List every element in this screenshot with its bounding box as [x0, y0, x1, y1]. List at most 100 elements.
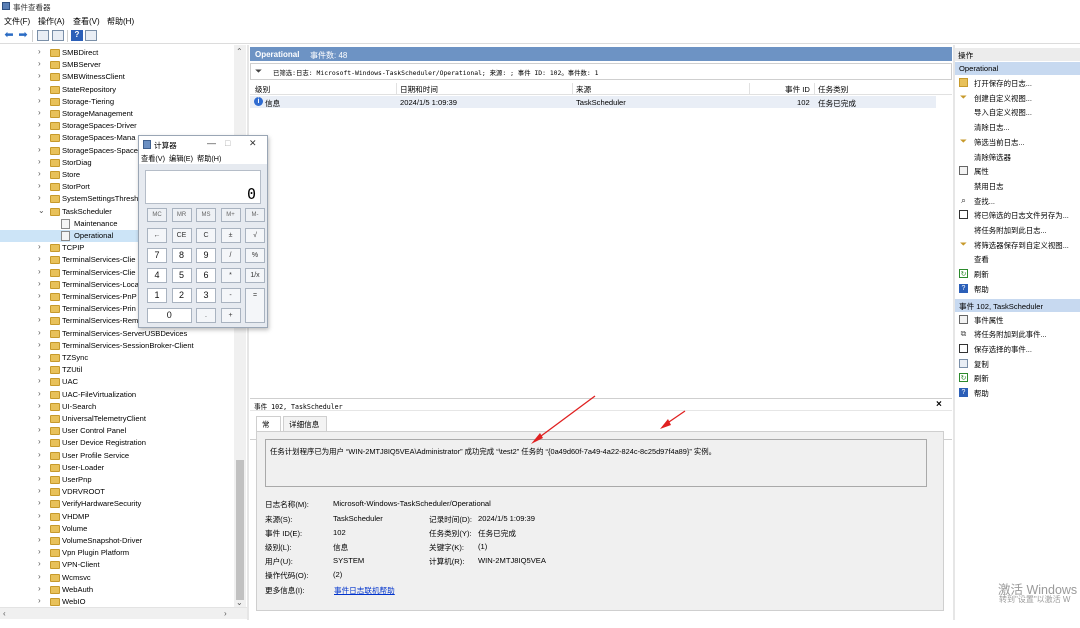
action-item[interactable]: 复制 — [955, 357, 1080, 371]
chevron-right-icon[interactable]: › — [38, 120, 41, 129]
calc-menu-help[interactable]: 帮助(H) — [197, 154, 221, 164]
memory-key[interactable]: MS — [196, 208, 216, 222]
tree-vertical-scrollbar[interactable]: ⌃ ⌄ — [234, 45, 246, 613]
chevron-right-icon[interactable]: › — [38, 364, 41, 373]
chevron-right-icon[interactable]: › — [38, 352, 41, 361]
chevron-right-icon[interactable]: › — [38, 193, 41, 202]
calc-key[interactable]: 9 — [196, 248, 216, 263]
calc-key[interactable]: - — [220, 288, 241, 303]
chevron-right-icon[interactable]: › — [38, 584, 41, 593]
chevron-right-icon[interactable]: › — [38, 511, 41, 520]
tree-item[interactable]: › Vpn Plugin Platform — [0, 547, 247, 559]
online-help-link[interactable]: 事件日志联机帮助 — [334, 585, 395, 596]
chevron-right-icon[interactable]: › — [38, 401, 41, 410]
action-pane-icon[interactable] — [85, 30, 97, 41]
chevron-right-icon[interactable]: › — [38, 145, 41, 154]
tree-item[interactable]: › TZSync — [0, 352, 247, 364]
chevron-right-icon[interactable]: › — [38, 59, 41, 68]
action-item[interactable]: 保存选择的事件... — [955, 342, 1080, 356]
action-item[interactable]: ⌕ 查找... — [955, 194, 1080, 208]
menu-file[interactable]: 文件(F) — [4, 16, 30, 27]
chevron-right-icon[interactable]: › — [38, 169, 41, 178]
chevron-right-icon[interactable]: › — [38, 462, 41, 471]
console-tree-icon[interactable] — [52, 30, 64, 41]
tree-item[interactable]: › VPN-Client — [0, 559, 247, 571]
chevron-right-icon[interactable]: › — [38, 559, 41, 568]
back-arrow-icon[interactable]: ⬅ — [3, 30, 15, 41]
tree-item[interactable]: › UI-Search — [0, 401, 247, 413]
action-item[interactable]: 将任务附加到此日志... — [955, 223, 1080, 237]
chevron-right-icon[interactable]: › — [38, 279, 41, 288]
chevron-right-icon[interactable]: › — [38, 242, 41, 251]
chevron-right-icon[interactable]: › — [38, 291, 41, 300]
chevron-right-icon[interactable]: › — [38, 547, 41, 556]
tree-item[interactable]: › StorageManagement — [0, 108, 247, 120]
chevron-right-icon[interactable]: › — [38, 84, 41, 93]
chevron-right-icon[interactable]: › — [38, 413, 41, 422]
calc-key[interactable]: . — [196, 308, 216, 323]
chevron-down-icon[interactable]: ⌄ — [38, 206, 45, 215]
chevron-right-icon[interactable]: › — [38, 486, 41, 495]
calc-key[interactable]: 0 — [147, 308, 192, 323]
forward-arrow-icon[interactable]: ➡ — [17, 30, 29, 41]
calc-key[interactable]: * — [220, 268, 241, 283]
action-item[interactable]: 清除筛选器 — [955, 150, 1080, 164]
chevron-right-icon[interactable]: › — [38, 267, 41, 276]
chevron-right-icon[interactable]: › — [38, 340, 41, 349]
action-item[interactable]: ⧉ 将任务附加到此事件... — [955, 327, 1080, 341]
calc-menu-view[interactable]: 查看(V) — [141, 154, 165, 164]
equals-key[interactable]: = — [245, 288, 265, 323]
chevron-right-icon[interactable]: › — [38, 450, 41, 459]
action-item[interactable]: ↻ 刷新 — [955, 371, 1080, 385]
chevron-right-icon[interactable]: › — [38, 572, 41, 581]
action-item[interactable]: ? 帮助 — [955, 282, 1080, 296]
help-icon[interactable]: ? — [71, 30, 83, 41]
tree-item[interactable]: › VHDMP — [0, 511, 247, 523]
calc-key[interactable]: CE — [171, 228, 192, 243]
calculator-window[interactable]: 计算器 — □ ✕ 查看(V) 编辑(E) 帮助(H) 0 MC MR MS M+ M-… — [138, 135, 268, 328]
tree-item[interactable]: › SMBWitnessClient — [0, 71, 247, 83]
scroll-right-icon[interactable]: › — [224, 609, 227, 618]
chevron-right-icon[interactable]: › — [38, 254, 41, 263]
tree-item[interactable]: › User Device Registration — [0, 437, 247, 449]
tree-item[interactable]: › TerminalServices-SessionBroker-Client — [0, 340, 247, 352]
action-item[interactable]: 事件属性 — [955, 313, 1080, 327]
calc-key[interactable]: 7 — [147, 248, 167, 263]
memory-key[interactable]: M- — [245, 208, 265, 222]
minimize-icon[interactable]: — — [207, 138, 216, 148]
calc-key[interactable]: / — [220, 248, 241, 263]
memory-key[interactable]: MR — [171, 208, 192, 222]
chevron-right-icon[interactable]: › — [38, 303, 41, 312]
action-item[interactable]: 导入自定义视图... — [955, 105, 1080, 119]
action-item[interactable]: 查看 — [955, 252, 1080, 266]
tree-item[interactable]: › WebAuth — [0, 584, 247, 596]
calc-menu-edit[interactable]: 编辑(E) — [169, 154, 193, 164]
calc-key[interactable]: C — [196, 228, 216, 243]
pane-divider[interactable] — [247, 45, 249, 620]
calc-key[interactable]: 5 — [171, 268, 192, 283]
scroll-up-icon[interactable]: ⌃ — [236, 47, 243, 56]
chevron-right-icon[interactable]: › — [38, 157, 41, 166]
calc-key[interactable]: % — [245, 248, 265, 263]
chevron-right-icon[interactable]: › — [38, 181, 41, 190]
chevron-right-icon[interactable]: › — [38, 596, 41, 605]
tree-item[interactable]: › SMBDirect — [0, 47, 247, 59]
tree-item[interactable]: › SMBServer — [0, 59, 247, 71]
chevron-right-icon[interactable]: › — [38, 328, 41, 337]
tree-item[interactable]: › StateRepository — [0, 84, 247, 96]
calc-key[interactable]: √ — [245, 228, 265, 243]
maximize-icon[interactable]: □ — [225, 138, 230, 148]
tree-horizontal-scrollbar[interactable]: ‹ › — [0, 607, 247, 619]
chevron-right-icon[interactable]: › — [38, 523, 41, 532]
tree-item[interactable]: › VolumeSnapshot-Driver — [0, 535, 247, 547]
calc-key[interactable]: 3 — [196, 288, 216, 303]
tree-item[interactable]: › TerminalServices-ServerUSBDevices — [0, 328, 247, 340]
tree-item[interactable]: › UniversalTelemetryClient — [0, 413, 247, 425]
action-item[interactable]: ↻ 刷新 — [955, 267, 1080, 281]
calculator-title-bar[interactable]: 计算器 — □ ✕ — [139, 136, 267, 152]
chevron-right-icon[interactable]: › — [38, 315, 41, 324]
action-item[interactable]: 清除日志... — [955, 120, 1080, 134]
memory-key[interactable]: M+ — [220, 208, 241, 222]
action-item[interactable]: 属性 — [955, 164, 1080, 178]
action-item[interactable]: ? 帮助 — [955, 386, 1080, 400]
